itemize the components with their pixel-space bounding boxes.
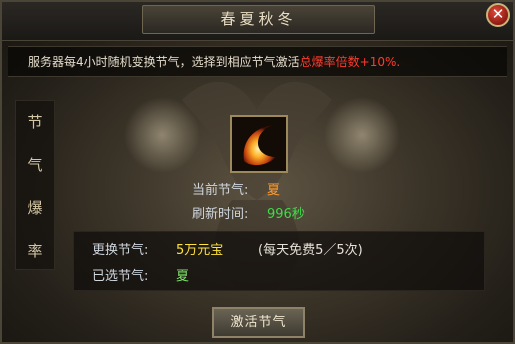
change-cost-value: 5万元宝 [176, 243, 224, 258]
sidebar-tab[interactable]: 节 气 爆 率 [15, 100, 55, 270]
close-icon: ✕ [491, 5, 505, 23]
sidebar-char-3: 爆 [27, 199, 43, 217]
title-bar: 春夏秋冬 ✕ [2, 2, 513, 41]
activate-season-button[interactable]: 激活节气 [212, 307, 305, 338]
close-button[interactable]: ✕ [486, 3, 510, 27]
info-highlight: 总爆率倍数+10%. [299, 55, 401, 69]
window-title: 春夏秋冬 [142, 5, 375, 34]
current-season-value: 夏 [267, 183, 281, 198]
info-text: 服务器每4小时随机变换节气，选择到相应节气激活 [28, 55, 300, 69]
refresh-time-value: 996秒 [267, 207, 305, 222]
info-banner: 服务器每4小时随机变换节气，选择到相应节气激活总爆率倍数+10%. [8, 46, 507, 77]
free-changes-note: (每天免费5／5次) [258, 243, 363, 258]
sidebar-char-4: 率 [27, 242, 43, 260]
cost-panel: 更换节气: 5万元宝 (每天免费5／5次) 已选节气: 夏 [73, 231, 485, 291]
selected-season-value: 夏 [176, 269, 190, 284]
current-season-label: 当前节气: [192, 183, 249, 198]
dragon-background [124, 81, 400, 300]
sidebar-char-1: 节 [27, 113, 43, 131]
season-window: 春夏秋冬 ✕ 服务器每4小时随机变换节气，选择到相应节气激活总爆率倍数+10%.… [0, 0, 515, 344]
sidebar-char-2: 气 [27, 156, 43, 174]
sun-crescent-icon [230, 115, 288, 173]
refresh-time-label: 刷新时间: [192, 207, 249, 222]
change-season-label: 更换节气: [92, 243, 149, 258]
selected-season-label: 已选节气: [92, 269, 149, 284]
